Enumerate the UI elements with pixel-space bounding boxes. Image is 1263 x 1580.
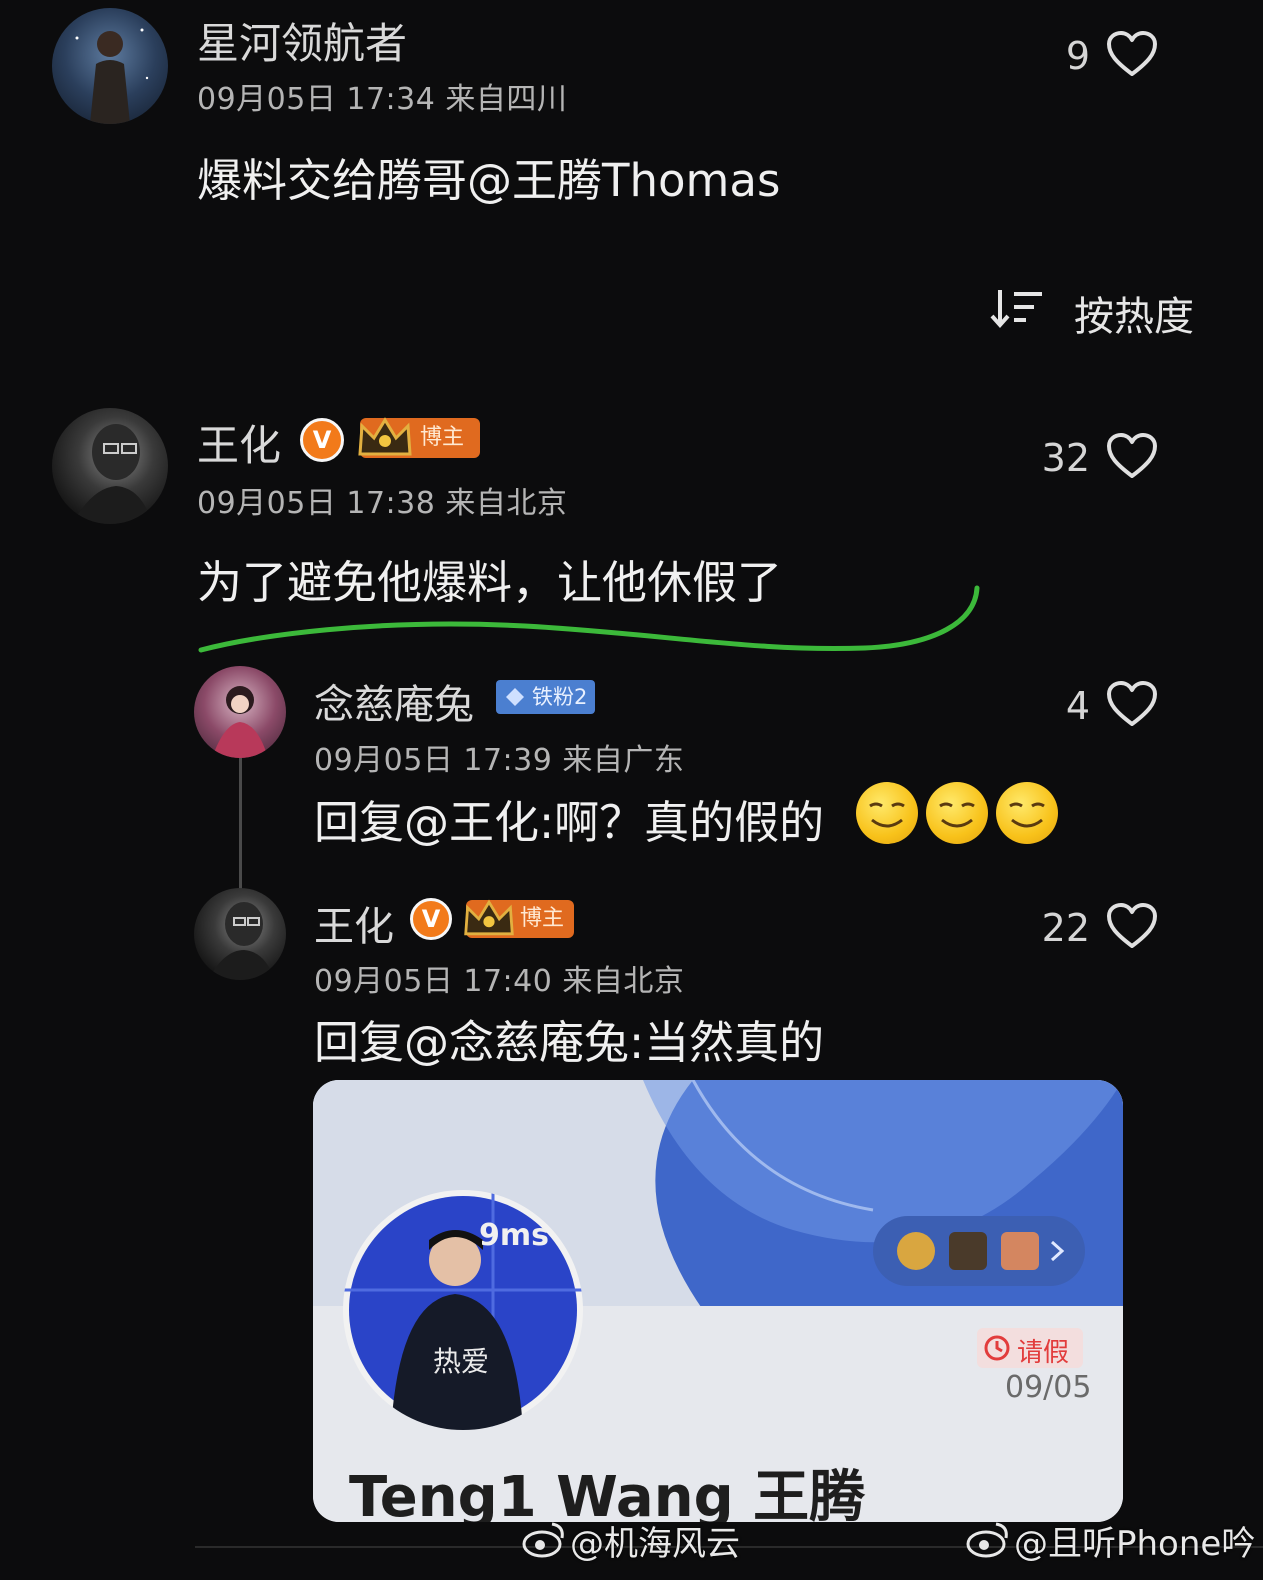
weibo-logo-icon bbox=[522, 1522, 564, 1558]
crown-icon bbox=[358, 417, 412, 456]
leave-status-label: 请假 bbox=[1017, 1338, 1070, 1368]
chevron-right-icon bbox=[1050, 1240, 1065, 1262]
verified-badge-icon: V bbox=[410, 898, 452, 940]
watermark-text: @机海风云 bbox=[570, 1524, 740, 1564]
leave-date: 09/05 bbox=[1005, 1370, 1092, 1405]
leave-status-badge: 请假 bbox=[977, 1328, 1083, 1368]
blogger-badge-label: 博主 bbox=[420, 425, 465, 450]
diamond-icon bbox=[506, 688, 524, 706]
badges-pill[interactable] bbox=[873, 1216, 1085, 1286]
heart-icon[interactable] bbox=[1106, 30, 1158, 78]
avatar-figure-icon bbox=[75, 28, 149, 124]
shirt-text: 热爱 bbox=[433, 1345, 490, 1378]
avatar-text: 9ms bbox=[479, 1218, 549, 1253]
avatar-figure-icon bbox=[212, 686, 268, 758]
profile-avatar: 9ms 热爱 bbox=[343, 1190, 583, 1430]
username[interactable]: 星河领航者 bbox=[197, 10, 407, 71]
blogger-badge-label: 博主 bbox=[520, 906, 565, 931]
heart-icon[interactable] bbox=[1106, 680, 1158, 728]
medal-icon bbox=[1001, 1232, 1039, 1270]
like-count: 4 bbox=[1065, 684, 1090, 728]
like-count: 22 bbox=[1041, 906, 1090, 950]
watermark-text: @且听Phone吟 bbox=[1014, 1524, 1256, 1564]
comment-meta: 09月05日 17:39 来自广东 bbox=[314, 743, 685, 778]
attached-image[interactable]: 9ms 热爱 请假 09/05 Teng1 Wang 王腾 bbox=[313, 1080, 1123, 1522]
smirk-emoji-icon bbox=[926, 782, 988, 844]
smirk-emoji-icon bbox=[996, 782, 1058, 844]
username[interactable]: 王化 bbox=[314, 894, 394, 952]
comment-text: 回复@王化:啊？真的假的 bbox=[314, 796, 825, 849]
comment-text: 回复@念慈庵兔:当然真的 bbox=[314, 1016, 825, 1069]
crown-icon bbox=[464, 899, 514, 936]
heart-icon[interactable] bbox=[1106, 902, 1158, 950]
like-count: 32 bbox=[1041, 436, 1090, 480]
comment-meta: 09月05日 17:40 来自北京 bbox=[314, 964, 685, 999]
profile-name: Teng1 Wang 王腾 bbox=[349, 1465, 866, 1522]
sort-label: 按热度 bbox=[1074, 294, 1194, 340]
verified-badge-icon: V bbox=[300, 418, 344, 462]
avatar-figure-icon bbox=[208, 902, 274, 980]
smirk-emoji-icon bbox=[856, 782, 918, 844]
comment-meta: 09月05日 17:38 来自北京 bbox=[197, 486, 568, 521]
clock-icon bbox=[984, 1335, 1010, 1361]
avatar[interactable] bbox=[194, 666, 286, 758]
avatar[interactable] bbox=[52, 408, 168, 524]
thread-line bbox=[239, 754, 242, 894]
sort-descending-icon bbox=[990, 290, 1042, 329]
comment-meta: 09月05日 17:34 来自四川 bbox=[197, 82, 568, 117]
fan-badge: 铁粉2 bbox=[496, 680, 596, 714]
medal-icon bbox=[897, 1232, 935, 1270]
heart-icon[interactable] bbox=[1106, 432, 1158, 480]
avatar-figure-icon bbox=[72, 424, 152, 524]
avatar[interactable] bbox=[52, 8, 168, 124]
medal-icon bbox=[949, 1232, 987, 1270]
username[interactable]: 王化 bbox=[197, 412, 281, 473]
weibo-logo-icon bbox=[966, 1522, 1008, 1558]
like-count: 9 bbox=[1065, 34, 1090, 78]
comment-text: 爆料交给腾哥@王腾Thomas bbox=[197, 154, 781, 207]
underline-annotation bbox=[198, 585, 980, 653]
fan-badge-label: 铁粉2 bbox=[532, 685, 588, 709]
sort-button[interactable]: 按热度 bbox=[990, 284, 1210, 340]
username[interactable]: 念慈庵兔 bbox=[314, 672, 474, 730]
avatar[interactable] bbox=[194, 888, 286, 980]
